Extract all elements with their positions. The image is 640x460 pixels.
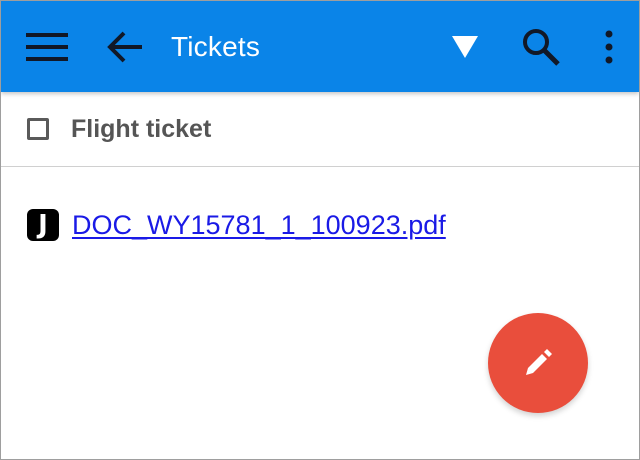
arrow-back-icon bbox=[107, 31, 142, 63]
search-button[interactable] bbox=[511, 23, 571, 71]
filter-dropdown-button[interactable] bbox=[437, 23, 493, 71]
section-header: Flight ticket bbox=[1, 92, 639, 167]
app-bar: Tickets bbox=[1, 1, 639, 92]
section-title: Flight ticket bbox=[71, 114, 212, 143]
app-window: Tickets Flight ticket J DOC_WY15781_1_10 bbox=[0, 0, 640, 460]
more-options-button[interactable] bbox=[591, 23, 627, 71]
triangle-down-icon bbox=[452, 36, 478, 58]
menu-icon bbox=[26, 33, 68, 61]
pencil-icon bbox=[526, 349, 552, 375]
edit-fab-button[interactable] bbox=[488, 313, 588, 413]
attachment-link[interactable]: DOC_WY15781_1_100923.pdf bbox=[72, 210, 446, 241]
section-checkbox[interactable] bbox=[27, 118, 49, 140]
more-vert-icon bbox=[605, 30, 613, 64]
file-type-icon: J bbox=[27, 209, 59, 241]
menu-button[interactable] bbox=[19, 23, 75, 71]
back-button[interactable] bbox=[97, 23, 153, 71]
page-title: Tickets bbox=[171, 31, 261, 62]
attachment-item: J DOC_WY15781_1_100923.pdf bbox=[27, 209, 446, 241]
search-icon bbox=[523, 29, 560, 66]
